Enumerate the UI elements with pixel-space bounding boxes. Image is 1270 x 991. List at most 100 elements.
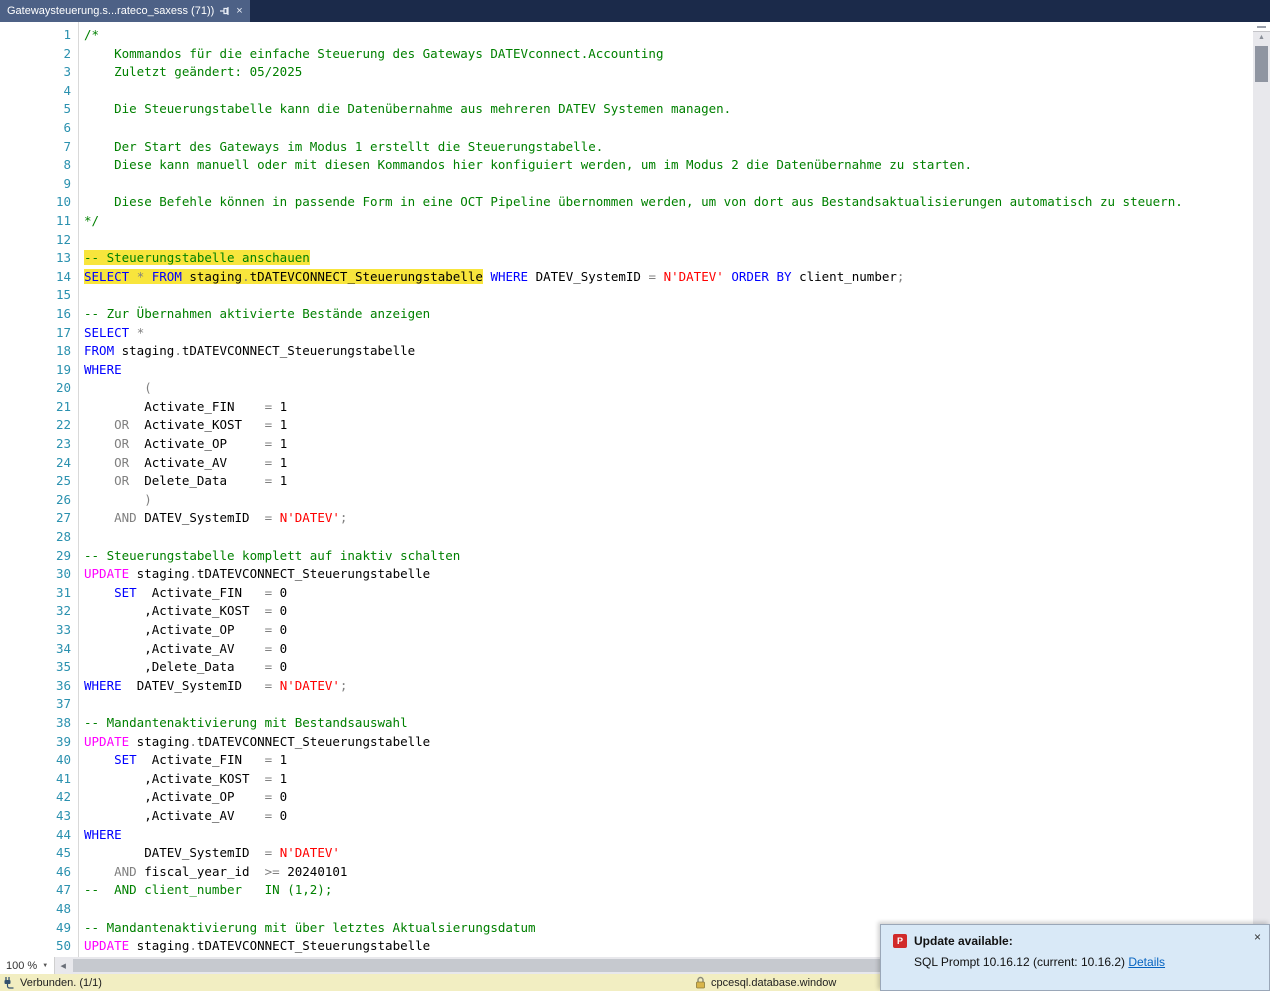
vertical-scrollbar[interactable]: ▲ ▼ xyxy=(1253,22,1270,957)
code-line: ,Activate_OP = 0 xyxy=(84,622,288,637)
line-number: 50 xyxy=(55,938,71,954)
line-number: 47 xyxy=(55,882,71,898)
line-number: 41 xyxy=(55,770,71,786)
line-number: 34 xyxy=(55,640,71,656)
sql-prompt-icon: P xyxy=(893,934,907,948)
line-number: 20 xyxy=(55,380,71,396)
notification-message: SQL Prompt 10.16.12 (current: 10.16.2) D… xyxy=(914,955,1166,969)
code-line: SELECT * xyxy=(84,324,145,340)
code-line: FROM staging.tDATEVCONNECT_Steuerungstab… xyxy=(84,343,416,359)
zoom-level: 100 % xyxy=(6,959,38,972)
code-line: Diese kann manuell oder mit diesen Komma… xyxy=(84,157,973,173)
code-line: Kommandos für die einfache Steuerung des… xyxy=(84,45,664,61)
scroll-left-icon[interactable]: ◀ xyxy=(55,962,71,970)
line-number: 28 xyxy=(55,529,71,545)
line-number: 36 xyxy=(55,677,71,693)
code-lines[interactable]: /* Kommandos für die einfache Steuerung … xyxy=(79,22,1253,957)
code-line: OR Activate_OP = 1 xyxy=(114,436,288,452)
tab-title: Gatewaysteuerung.s...rateco_saxess (71)) xyxy=(7,5,215,17)
code-line: OR Activate_KOST = 1 xyxy=(114,417,288,433)
code-line: ,Activate_KOST = 1 xyxy=(84,770,288,786)
code-line: ) xyxy=(144,491,152,507)
close-tab-icon[interactable]: × xyxy=(236,5,242,17)
update-notification: P Update available: × SQL Prompt 10.16.1… xyxy=(880,924,1270,991)
line-number: 16 xyxy=(55,305,71,321)
line-number: 5 xyxy=(63,101,71,117)
line-number: 27 xyxy=(55,510,71,526)
line-number: 40 xyxy=(55,752,71,768)
code-line: UPDATE staging.tDATEVCONNECT_Steuerungst… xyxy=(84,733,431,749)
code-line: OR Activate_AV = 1 xyxy=(114,454,288,470)
scroll-up-icon[interactable]: ▲ xyxy=(1253,32,1270,44)
pin-icon[interactable] xyxy=(220,6,230,16)
line-number: 42 xyxy=(55,789,71,805)
code-line: */ xyxy=(84,212,100,228)
line-number: 14 xyxy=(55,268,71,284)
lock-icon xyxy=(696,976,705,989)
code-line: -- Mandantenaktivierung mit Bestandsausw… xyxy=(84,714,408,730)
vertical-scrollbar-thumb[interactable] xyxy=(1255,46,1268,82)
line-number: 45 xyxy=(55,845,71,861)
code-line: -- AND client_number IN (1,2); xyxy=(84,882,333,898)
connection-status: Verbunden. (1/1) xyxy=(0,976,102,989)
line-number: 24 xyxy=(55,454,71,470)
close-notification-icon[interactable]: × xyxy=(1254,930,1261,944)
ssms-window: { "tab": { "title": "Gatewaysteuerung.s.… xyxy=(0,0,1270,991)
line-number: 31 xyxy=(55,584,71,600)
line-number: 17 xyxy=(55,324,71,340)
line-numbers: 1 2 3 4 5 6 7 8 9 10 11 12 13 14 15 16 17 18 19 20 21 22 23 24 2… xyxy=(0,22,79,957)
code-line: DATEV_SystemID = N'DATEV' xyxy=(84,845,340,861)
tab-gatewaysteuerung[interactable]: Gatewaysteuerung.s...rateco_saxess (71))… xyxy=(0,0,250,22)
line-number: 44 xyxy=(55,826,71,842)
line-number: 18 xyxy=(55,343,71,359)
line-number: 22 xyxy=(55,417,71,433)
line-number: 26 xyxy=(55,491,71,507)
code-line: Activate_FIN = 1 xyxy=(84,398,288,414)
line-number: 4 xyxy=(63,82,71,98)
sql-editor[interactable]: 1 2 3 4 5 6 7 8 9 10 11 12 13 14 15 16 17 18 19 20 21 22 23 24 2… xyxy=(0,22,1253,957)
line-number: 35 xyxy=(55,659,71,675)
line-number: 48 xyxy=(55,900,71,916)
line-number: 6 xyxy=(63,119,71,135)
code-line: Der Start des Gateways im Modus 1 erstel… xyxy=(84,138,604,154)
line-number: 3 xyxy=(63,64,71,80)
line-number: 30 xyxy=(55,566,71,582)
server-name: cpcesql.database.window xyxy=(711,976,837,989)
document-tab-bar: Gatewaysteuerung.s...rateco_saxess (71))… xyxy=(0,0,1270,22)
code-line: -- Steuerungstabelle komplett auf inakti… xyxy=(84,547,461,563)
line-number: 32 xyxy=(55,603,71,619)
line-number: 38 xyxy=(55,714,71,730)
code-line: ,Activate_AV = 0 xyxy=(84,640,288,656)
splitter-grip[interactable] xyxy=(1253,22,1270,32)
line-number: 39 xyxy=(55,733,71,749)
zoom-control[interactable]: 100 % ▼ xyxy=(0,957,56,974)
details-link[interactable]: Details xyxy=(1128,955,1165,969)
line-number: 13 xyxy=(55,250,71,266)
code-line: ,Delete_Data = 0 xyxy=(84,659,288,675)
line-number: 7 xyxy=(63,138,71,154)
line-number: 12 xyxy=(55,231,71,247)
code-line: /* xyxy=(84,27,100,42)
line-number: 21 xyxy=(55,398,71,414)
code-line: SET Activate_FIN = 0 xyxy=(114,584,288,600)
code-line: Diese Befehle können in passende Form in… xyxy=(84,194,1183,210)
line-number: 29 xyxy=(55,547,71,563)
code-line: -- Steuerungstabelle anschauen xyxy=(84,250,310,266)
code-line: SELECT * FROM staging.tDATEVCONNECT_Steu… xyxy=(84,268,905,284)
line-number: 19 xyxy=(55,361,71,377)
code-line: WHERE xyxy=(84,826,122,842)
line-number: 15 xyxy=(55,287,71,303)
line-number: 2 xyxy=(63,45,71,61)
code-line: WHERE xyxy=(84,361,122,377)
line-number: 43 xyxy=(55,807,71,823)
line-number: 23 xyxy=(55,436,71,452)
line-number: 37 xyxy=(55,696,71,712)
connection-status-text: Verbunden. (1/1) xyxy=(20,976,102,989)
code-line: -- Zur Übernahmen aktivierte Bestände an… xyxy=(84,305,431,321)
line-number: 11 xyxy=(55,212,71,228)
